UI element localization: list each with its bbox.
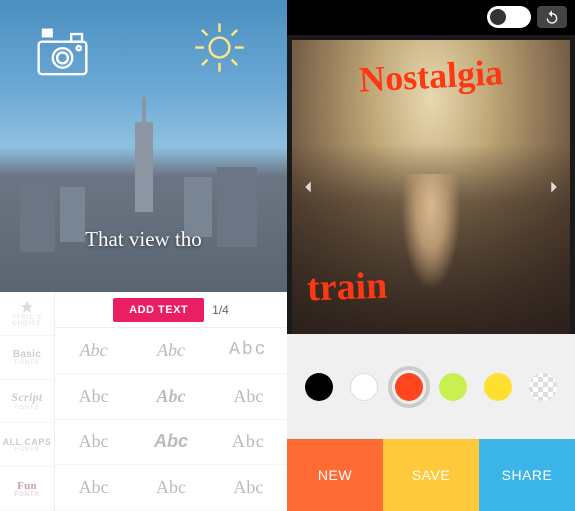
font-option[interactable]: Abc	[132, 328, 209, 374]
sidebar-item-basic-fonts[interactable]: Basic FONTS	[0, 336, 54, 380]
sidebar-item-allcaps-fonts[interactable]: ALL CAPS FONTS	[0, 423, 54, 467]
font-option[interactable]: Abc	[132, 465, 209, 511]
save-button[interactable]: SAVE	[383, 439, 479, 511]
font-option[interactable]: Abc	[132, 374, 209, 420]
text-counter: 1/4	[212, 303, 229, 317]
action-button-row: NEW SAVE SHARE	[287, 439, 575, 511]
camera-sticker-icon[interactable]	[30, 25, 95, 80]
sidebar-label: Fun	[17, 480, 37, 492]
sidebar-label: FONTS	[14, 405, 39, 411]
person-foreground	[396, 174, 466, 304]
color-picker-row	[287, 334, 575, 439]
next-arrow-icon[interactable]	[543, 176, 565, 198]
font-option[interactable]: Abc	[55, 328, 132, 374]
font-option[interactable]: Abc	[210, 465, 287, 511]
sidebar-label: FONTS	[14, 447, 39, 453]
font-option[interactable]: Abc	[55, 374, 132, 420]
font-grid-area: ADD TEXT 1/4 Abc Abc Abc Abc Abc Abc Abc…	[55, 292, 287, 511]
font-option[interactable]: Abc	[210, 420, 287, 466]
skyline	[0, 147, 287, 292]
color-swatch-transparent[interactable]	[529, 373, 557, 401]
sidebar-label: Basic	[13, 349, 41, 360]
photo-text-overlay[interactable]: That view tho	[0, 227, 287, 252]
font-option[interactable]: Abc	[55, 420, 132, 466]
sidebar-label: ALL CAPS	[3, 437, 52, 447]
photo-preview-right[interactable]: Nostalgia train	[292, 40, 570, 334]
sidebar-item-script-fonts[interactable]: Script FONTS	[0, 380, 54, 424]
color-swatch-yellow[interactable]	[484, 373, 512, 401]
color-swatch-red[interactable]	[395, 373, 423, 401]
building-tower	[135, 122, 153, 212]
font-option[interactable]: Abc	[55, 465, 132, 511]
font-grid: Abc Abc Abc Abc Abc Abc Abc Abc Abc Abc …	[55, 328, 287, 511]
color-swatch-lime[interactable]	[439, 373, 467, 401]
sidebar-item-fun-fonts[interactable]: Fun FONTS	[0, 467, 54, 511]
color-swatch-black[interactable]	[305, 373, 333, 401]
sidebar-label: FONTS	[14, 360, 39, 366]
undo-button[interactable]	[537, 6, 567, 28]
font-option[interactable]: Abc	[132, 420, 209, 466]
sidebar-label: Script	[11, 390, 42, 405]
sidebar-label: CHOICE	[12, 321, 41, 327]
prev-arrow-icon[interactable]	[297, 176, 319, 198]
sidebar-item-typics-choice[interactable]: TYPIC'S CHOICE	[0, 292, 54, 336]
font-option[interactable]: Abc	[210, 374, 287, 420]
add-text-button[interactable]: ADD TEXT	[113, 298, 204, 322]
add-text-row: ADD TEXT 1/4	[55, 292, 287, 328]
font-picker-panel: TYPIC'S CHOICE Basic FONTS Script FONTS …	[0, 292, 287, 511]
left-screen: That view tho TYPIC'S CHOICE Basic FONTS…	[0, 0, 287, 511]
color-swatch-white[interactable]	[350, 373, 378, 401]
new-button[interactable]: NEW	[287, 439, 383, 511]
right-screen: Nostalgia train NEW SAVE SHARE	[287, 0, 575, 511]
sun-sticker-icon[interactable]	[192, 20, 247, 75]
top-toolbar	[287, 0, 575, 35]
photo-preview-left[interactable]: That view tho	[0, 0, 287, 292]
mode-toggle[interactable]	[487, 6, 531, 28]
handwritten-text-bottom[interactable]: train	[306, 264, 388, 311]
font-category-sidebar: TYPIC'S CHOICE Basic FONTS Script FONTS …	[0, 292, 55, 511]
sidebar-label: FONTS	[14, 492, 39, 498]
share-button[interactable]: SHARE	[479, 439, 575, 511]
font-option[interactable]: Abc	[210, 328, 287, 374]
